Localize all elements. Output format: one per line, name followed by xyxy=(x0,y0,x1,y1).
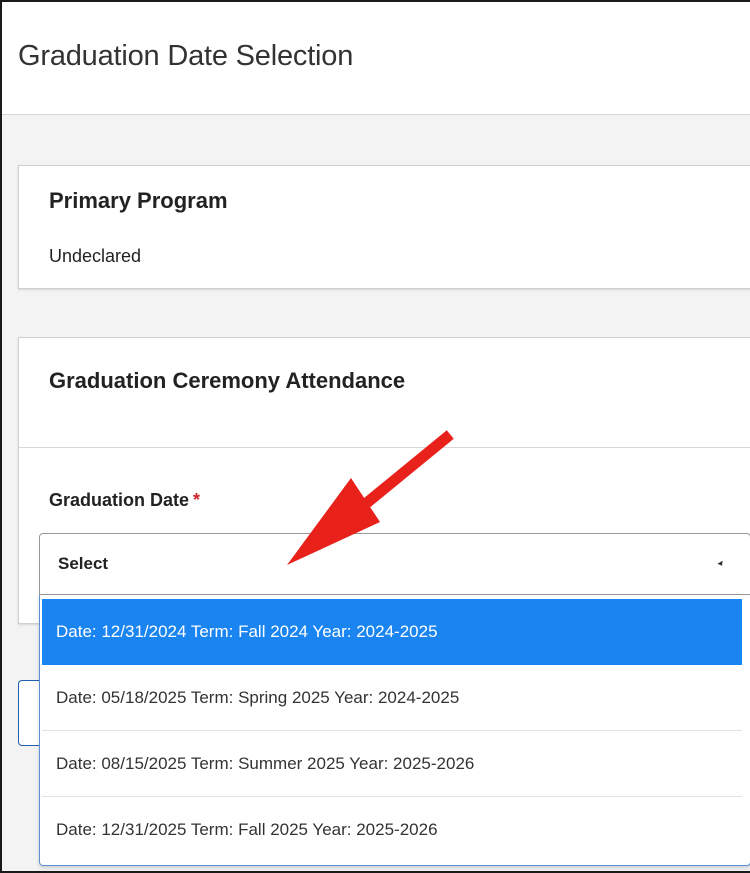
graduation-ceremony-heading: Graduation Ceremony Attendance xyxy=(49,368,406,393)
caret-down-icon xyxy=(717,560,725,568)
primary-program-heading: Primary Program xyxy=(49,188,228,213)
select-current-value: Select xyxy=(58,554,109,573)
dropdown-option[interactable]: Date: 05/18/2025 Term: Spring 2025 Year:… xyxy=(42,665,742,731)
graduation-date-select[interactable]: Select xyxy=(39,533,750,595)
dropdown-option[interactable]: Date: 12/31/2025 Term: Fall 2025 Year: 2… xyxy=(42,797,742,863)
graduation-date-dropdown: Date: 12/31/2024 Term: Fall 2024 Year: 2… xyxy=(39,595,750,866)
card-divider xyxy=(19,447,750,448)
primary-program-value: Undeclared xyxy=(49,246,142,266)
graduation-date-label-text: Graduation Date xyxy=(49,490,190,510)
dropdown-option[interactable]: Date: 08/15/2025 Term: Summer 2025 Year:… xyxy=(42,731,742,797)
page-header: Graduation Date Selection xyxy=(2,2,750,115)
primary-program-card: Primary Program Undeclared xyxy=(18,165,750,289)
app-window: Graduation Date Selection Primary Progra… xyxy=(0,0,750,873)
page-title: Graduation Date Selection xyxy=(18,40,354,72)
dropdown-option[interactable]: Date: 12/31/2024 Term: Fall 2024 Year: 2… xyxy=(42,599,742,665)
graduation-date-label: Graduation Date * xyxy=(49,490,200,511)
required-marker: * xyxy=(193,490,201,510)
